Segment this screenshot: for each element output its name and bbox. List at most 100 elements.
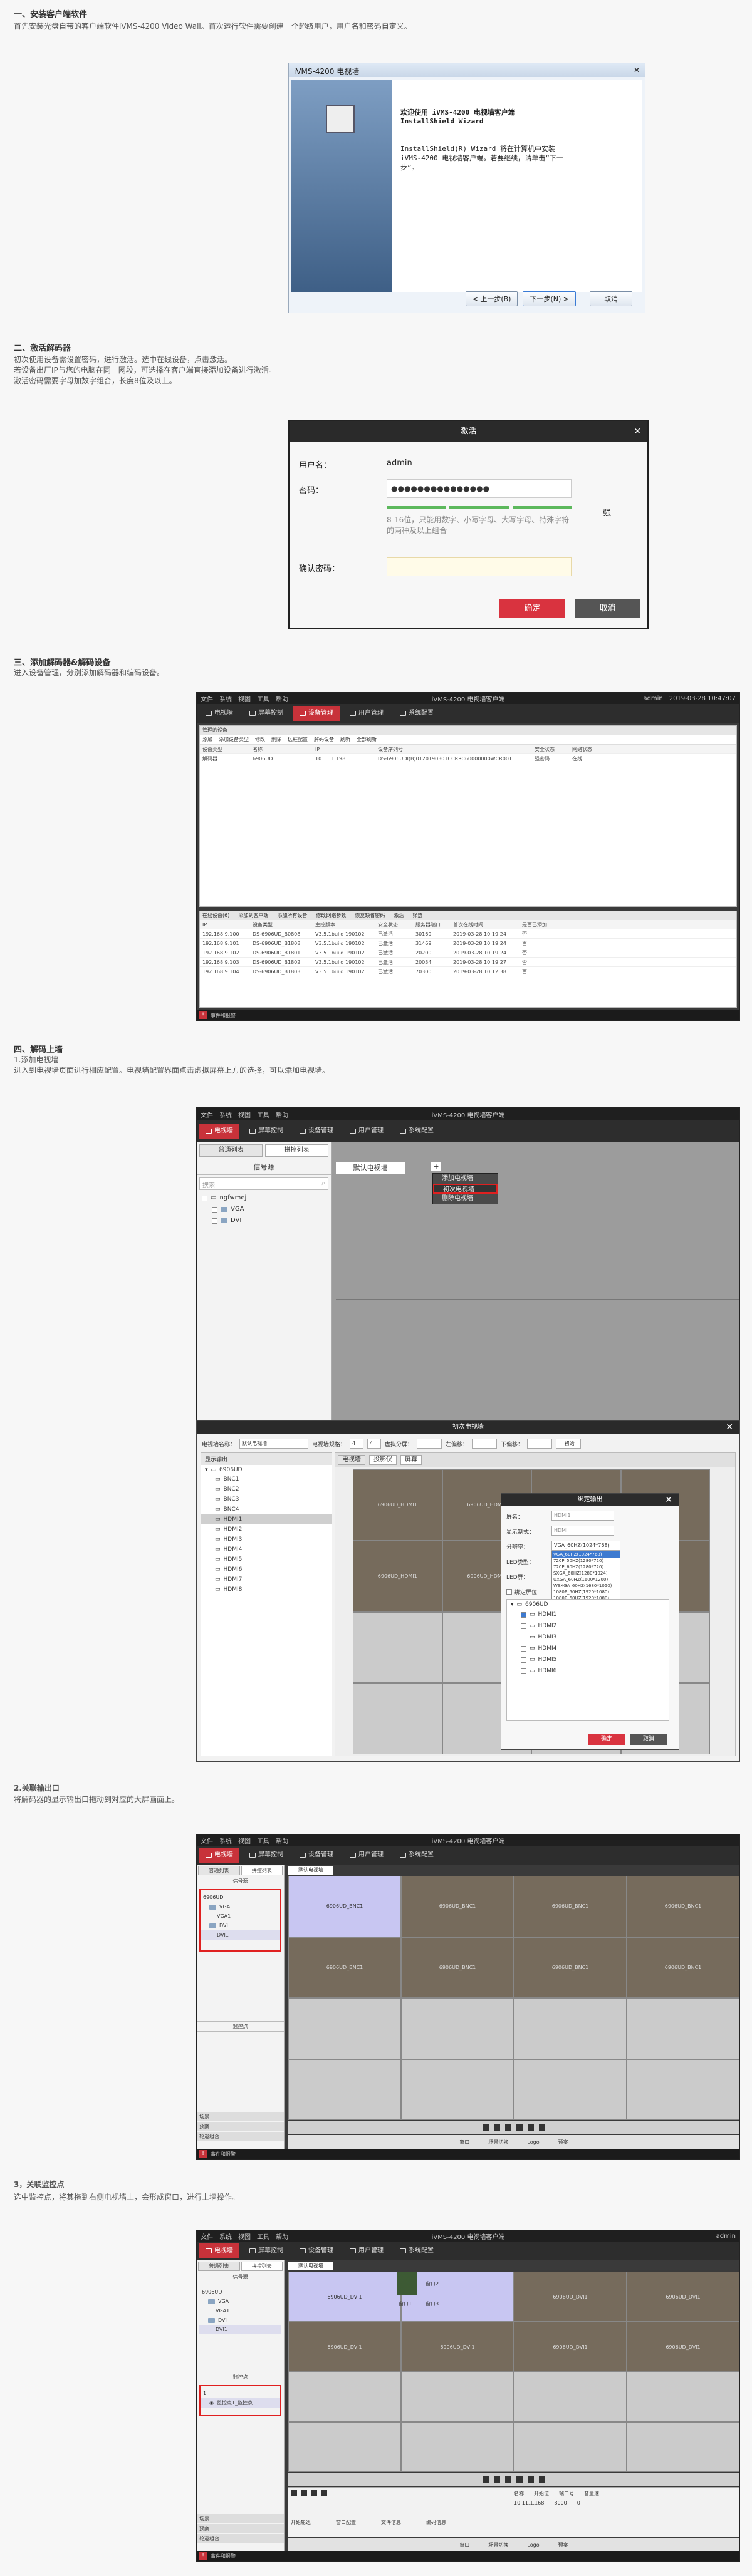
wall-cell[interactable] [353, 1683, 442, 1754]
alarm-icon[interactable]: ! [199, 2150, 207, 2158]
wall-tab[interactable]: 默认电视墙 [336, 1162, 405, 1174]
tab-mosaic-list[interactable]: 拼控列表 [241, 1866, 283, 1875]
window-config-button[interactable]: 窗口配置 [336, 2519, 356, 2526]
wall-cell[interactable]: 6906UD_HDMI1 [353, 1540, 442, 1612]
tree-output[interactable]: ▭ HDMI1 [201, 1514, 332, 1524]
nav-screen[interactable]: 屏幕控制 [243, 2243, 290, 2258]
stop-icon[interactable] [494, 2124, 500, 2131]
nav-device[interactable]: 设备管理 [293, 2243, 340, 2258]
plan-title[interactable]: 预案 [197, 2122, 284, 2131]
add-wall-button[interactable]: + [431, 1162, 441, 1171]
resolution-option[interactable]: WSXGA_60HZ(1680*1050) [552, 1583, 620, 1589]
menu-tools[interactable]: 工具 [257, 1110, 269, 1119]
nav-config[interactable]: 系统配置 [394, 2243, 440, 2258]
encode-info-button[interactable]: 编码信息 [426, 2519, 446, 2526]
checkbox[interactable] [506, 1589, 512, 1595]
wall-cell[interactable]: 6906UD_DVI1 [288, 2322, 401, 2372]
checkbox[interactable] [521, 1634, 526, 1640]
wall-cell[interactable] [288, 2422, 401, 2472]
nav-tvwall[interactable]: 电视墙 [199, 706, 239, 721]
plan-title[interactable]: 预案 [197, 2524, 284, 2533]
wall-cell[interactable] [627, 2422, 739, 2472]
checkbox[interactable] [521, 1668, 526, 1674]
wall-cell[interactable] [288, 2372, 401, 2422]
menu-view[interactable]: 视图 [238, 1836, 251, 1845]
wall-cell[interactable] [514, 2372, 627, 2422]
cols-input[interactable]: 4 [367, 1439, 382, 1449]
scene-title[interactable]: 场景 [197, 2514, 284, 2523]
play-icon[interactable] [483, 2476, 489, 2483]
menu-system[interactable]: 系统 [219, 694, 232, 703]
camera-wall-grid[interactable]: 6906UD_DVI1 6906UD_DVI1 6906UD_DVI1 6906UD_… [288, 2272, 739, 2472]
tab-logo[interactable]: Logo [527, 2542, 539, 2548]
layout-icon[interactable] [505, 2124, 511, 2131]
menu-file[interactable]: 文件 [201, 1110, 213, 1119]
alarm-icon[interactable]: ! [199, 1011, 207, 1019]
checkbox[interactable] [521, 1623, 526, 1629]
menu-view[interactable]: 视图 [238, 694, 251, 703]
close-icon[interactable]: ✕ [634, 66, 640, 75]
cancel-button[interactable]: 取消 [575, 599, 640, 618]
tab-normal-list[interactable]: 普通列表 [198, 1866, 240, 1875]
delete-button[interactable]: 删除 [271, 736, 281, 743]
resolution-option[interactable]: 1080P_50HZ(1920*1080) [552, 1589, 620, 1595]
wall-tab[interactable]: 默认电视墙 [288, 1866, 333, 1875]
table-row[interactable]: 解码器 6906UD 10.11.1.198 DS-6906UDI(B)0120… [200, 754, 736, 763]
table-row[interactable]: 192.168.9.103 DS-6906UD_B1802 V3.5.1build … [200, 958, 736, 967]
name-input[interactable]: 默认电视墙 [239, 1439, 309, 1449]
bind-output[interactable]: ▭ HDMI1 [507, 1609, 669, 1620]
audio-icon[interactable] [321, 2490, 327, 2496]
rows-input[interactable]: 4 [350, 1439, 364, 1449]
menu-tools[interactable]: 工具 [257, 694, 269, 703]
menu-view[interactable]: 视图 [238, 2232, 251, 2241]
wall-cell[interactable]: 6906UD_DVI1 [514, 2322, 627, 2372]
tree-dvi1[interactable]: DVI1 [216, 2324, 227, 2335]
wall-cell[interactable] [514, 1998, 627, 2059]
nav-tvwall[interactable]: 电视墙 [199, 1848, 239, 1863]
patrol-title[interactable]: 轮巡组合 [197, 2534, 284, 2543]
wall-cell[interactable]: 6906UD_BNC1 [514, 1937, 627, 1998]
bind-output[interactable]: ▭ HDMI4 [507, 1643, 669, 1654]
tree-device[interactable]: ngfwmej [219, 1192, 246, 1204]
wall-cell[interactable]: 6906UD_HDMI1 [353, 1469, 442, 1541]
nav-config[interactable]: 系统配置 [394, 1848, 440, 1863]
camera-group[interactable]: 1 [203, 2388, 206, 2399]
checkbox[interactable] [521, 1645, 526, 1652]
menu-help[interactable]: 帮助 [276, 2232, 288, 2241]
wall-cell[interactable]: 6906UD_BNC1 [401, 1876, 514, 1937]
tab-window[interactable]: 窗口 [459, 2139, 469, 2146]
refresh-icon[interactable] [539, 2124, 545, 2131]
add-to-client-button[interactable]: 添加到客户端 [238, 911, 268, 920]
play-icon[interactable] [483, 2124, 489, 2131]
tab-mosaic-list[interactable]: 拼控列表 [265, 1144, 328, 1157]
nav-screen[interactable]: 屏幕控制 [243, 706, 290, 721]
tree-output[interactable]: ▭ HDMI8 [201, 1585, 332, 1595]
layout-icon[interactable] [505, 2476, 511, 2483]
patrol-title[interactable]: 轮巡组合 [197, 2132, 284, 2141]
wall-cell[interactable]: 6906UD_BNC1 [288, 1876, 401, 1937]
wall-cell[interactable] [288, 2059, 401, 2120]
wall-cell[interactable] [401, 2372, 514, 2422]
clear-icon[interactable] [516, 2476, 523, 2483]
nav-device[interactable]: 设备管理 [293, 706, 340, 721]
alarm-icon[interactable]: ! [199, 2552, 207, 2560]
wall-cell[interactable] [353, 1611, 442, 1684]
checkbox[interactable] [521, 1611, 526, 1618]
tab-window[interactable]: 窗口 [459, 2542, 469, 2548]
offset-left-input[interactable] [472, 1439, 498, 1449]
bind-output[interactable]: ▭ HDMI3 [507, 1632, 669, 1643]
nav-user[interactable]: 用户管理 [343, 2243, 390, 2258]
tree-dvi[interactable]: DVI [231, 1215, 241, 1226]
resolution-select[interactable]: VGA_60HZ(1024*768) [551, 1541, 620, 1551]
table-row[interactable]: 192.168.9.102 DS-6906UD_B1801 V3.5.1build … [200, 948, 736, 958]
search-icon[interactable]: ⌕ [321, 1180, 325, 1187]
menu-system[interactable]: 系统 [219, 1836, 232, 1845]
tab-plan[interactable]: 预案 [558, 2139, 568, 2146]
ok-button[interactable]: 确定 [499, 599, 565, 618]
add-type-button[interactable]: 添加设备类型 [219, 736, 249, 743]
tab-normal-list[interactable]: 普通列表 [199, 1144, 263, 1157]
decode-device-button[interactable]: 解码设备 [314, 736, 334, 743]
tab-screen[interactable]: 屏幕 [400, 1455, 422, 1465]
cancel-button[interactable]: 取消 [590, 291, 632, 306]
menu-tools[interactable]: 工具 [257, 1836, 269, 1845]
